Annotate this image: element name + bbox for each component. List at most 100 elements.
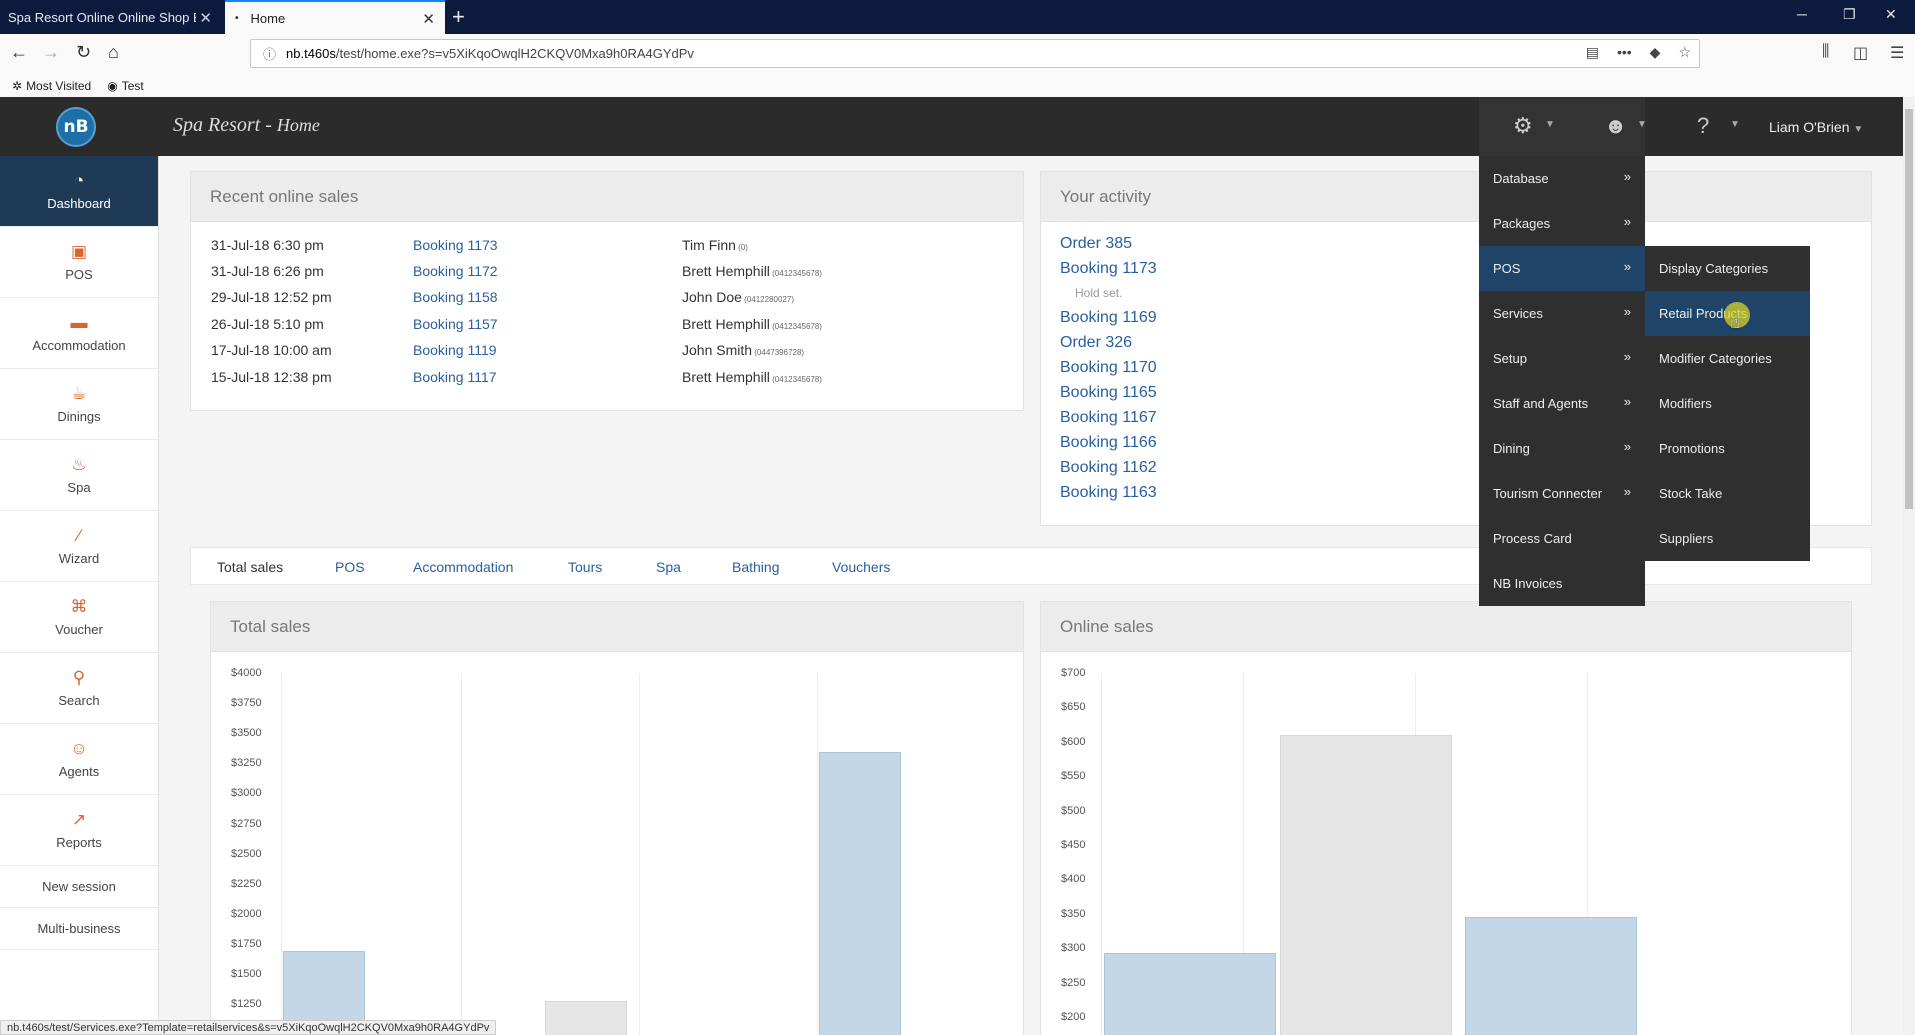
reload-icon[interactable]: ↻ (76, 42, 91, 63)
site-info-icon[interactable]: ⓘ (263, 44, 276, 63)
scroll-thumb[interactable] (1905, 109, 1913, 509)
pos-submenu-item[interactable]: Stock Take (1645, 471, 1810, 516)
pos-submenu-item[interactable]: Promotions (1645, 426, 1810, 471)
bookmark-test[interactable]: ◉ Test (107, 79, 144, 93)
browser-nav-bar: ← → ↻ ⌂ ⓘ nb.t460s /test/home.exe?s=v5Xi… (0, 34, 1915, 74)
page-scrollbar[interactable] (1903, 97, 1915, 1035)
sale-booking-link[interactable]: Booking 1157 (413, 316, 498, 332)
sidebar-new-session[interactable]: New session (0, 866, 158, 908)
submenu-arrow-icon: » (1623, 484, 1631, 499)
grid-line (461, 674, 462, 1035)
sidebar-item-dinings[interactable]: ☕ Dinings (0, 369, 158, 440)
browser-tab-home[interactable]: • Home ✕ (225, 0, 445, 34)
library-icon[interactable]: ⫼ (1822, 43, 1829, 61)
sidebar-item-wizard[interactable]: ⁄ Wizard (0, 511, 158, 582)
tab-tours[interactable]: Tours (568, 559, 602, 575)
sidebar-item-accommodation[interactable]: ▬ Accommodation (0, 298, 158, 369)
tab-bathing[interactable]: Bathing (732, 559, 779, 575)
sale-date: 26-Jul-18 5:10 pm (211, 316, 324, 332)
activity-link[interactable]: Booking 1169 (1060, 309, 1157, 327)
tab-vouchers[interactable]: Vouchers (832, 559, 890, 575)
activity-link[interactable]: Booking 1170 (1060, 359, 1157, 377)
hand-cursor-icon: ☝ (1730, 313, 1741, 332)
settings-menu-item[interactable]: Database » (1479, 156, 1645, 201)
activity-link[interactable]: Booking 1173 (1060, 260, 1157, 278)
agent-icon: ☺ (70, 739, 88, 758)
restore-icon[interactable]: ❐ (1843, 6, 1856, 23)
settings-menu-item[interactable]: Dining » (1479, 426, 1645, 471)
pos-submenu-item[interactable]: Modifier Categories (1645, 336, 1810, 381)
help-icon[interactable]: ? (1697, 113, 1709, 139)
sidebar-item-spa[interactable]: ♨ Spa (0, 440, 158, 511)
settings-menu-item[interactable]: POS » (1479, 246, 1645, 291)
activity-link[interactable]: Booking 1166 (1060, 434, 1157, 452)
sale-customer: Brett Hemphill (0412345678) (682, 263, 822, 279)
sale-date: 31-Jul-18 6:26 pm (211, 263, 324, 279)
tab-pos[interactable]: POS (335, 559, 365, 575)
activity-link[interactable]: Booking 1162 (1060, 459, 1157, 477)
activity-link[interactable]: Booking 1165 (1060, 384, 1157, 402)
bookmark-most-visited[interactable]: ✲ Most Visited (12, 79, 91, 93)
y-axis-tick-label: $2250 (231, 877, 262, 890)
settings-menu-item[interactable]: NB Invoices (1479, 561, 1645, 606)
settings-menu-item[interactable]: Staff and Agents » (1479, 381, 1645, 426)
activity-link[interactable]: Order 385 (1060, 235, 1132, 253)
sale-date: 17-Jul-18 10:00 am (211, 342, 332, 358)
sidebar-toggle-icon[interactable]: ◫ (1853, 43, 1868, 63)
tab-accommodation[interactable]: Accommodation (413, 559, 513, 575)
sale-customer: John Doe (0412280027) (682, 289, 794, 305)
sidebar-multi-business[interactable]: Multi-business (0, 908, 158, 950)
y-axis-tick-label: $1500 (231, 968, 262, 980)
chart-bar (1280, 734, 1452, 1035)
sale-booking-link[interactable]: Booking 1119 (413, 342, 497, 358)
tab-total-sales[interactable]: Total sales (217, 559, 283, 575)
back-icon[interactable]: ← (10, 42, 28, 63)
pos-submenu-item[interactable]: Suppliers (1645, 516, 1810, 561)
close-tab-icon[interactable]: ✕ (422, 10, 435, 28)
sidebar-item-reports[interactable]: ↗ Reports (0, 795, 158, 866)
sidebar-item-search[interactable]: ⚲ Search (0, 653, 158, 724)
customer-name: Brett Hemphill (682, 263, 770, 279)
activity-link[interactable]: Booking 1163 (1060, 484, 1157, 502)
reader-view-icon[interactable]: ▤ (1586, 44, 1599, 61)
sale-booking-link[interactable]: Booking 1158 (413, 289, 498, 305)
home-icon[interactable]: ⌂ (108, 42, 119, 63)
forward-icon[interactable]: → (42, 42, 60, 63)
y-axis-tick-label: $650 (1061, 701, 1086, 714)
y-axis-tick-label: $1750 (231, 937, 262, 950)
sidebar-item-agents[interactable]: ☺ Agents (0, 724, 158, 795)
sale-booking-link[interactable]: Booking 1117 (413, 369, 497, 385)
activity-link[interactable]: Order 326 (1060, 334, 1132, 352)
sale-booking-link[interactable]: Booking 1173 (413, 237, 498, 253)
gears-icon: ⚙ (1513, 113, 1533, 138)
browser-tab-shop[interactable]: Spa Resort Online Online Shop Boo ✕ (0, 0, 222, 34)
settings-menu-item[interactable]: Process Card (1479, 516, 1645, 561)
settings-menu-item[interactable]: Services » (1479, 291, 1645, 336)
close-tab-icon[interactable]: ✕ (199, 9, 212, 27)
sidebar-item-voucher[interactable]: ⌘ Voucher (0, 582, 158, 653)
chart-icon: ↗ (71, 810, 87, 829)
page-actions-icon[interactable]: ••• (1617, 44, 1632, 61)
pocket-icon[interactable]: ◆ (1650, 44, 1661, 61)
settings-menu-item[interactable]: Setup » (1479, 336, 1645, 381)
pos-submenu-item[interactable]: Modifiers (1645, 381, 1810, 426)
url-bar[interactable]: ⓘ nb.t460s /test/home.exe?s=v5XiKqoOwqlH… (250, 39, 1700, 68)
minimize-icon[interactable]: ─ (1797, 6, 1807, 22)
activity-link[interactable]: Booking 1167 (1060, 409, 1157, 427)
pos-submenu-item[interactable]: Display Categories (1645, 246, 1810, 291)
app-logo[interactable]: nB (56, 107, 96, 147)
sidebar-item-pos[interactable]: ▣ POS (0, 227, 158, 298)
submenu-arrow-icon: » (1623, 259, 1631, 274)
menu-icon[interactable]: ☰ (1890, 43, 1904, 63)
menu-item-label: Packages (1493, 216, 1551, 231)
user-menu[interactable]: Liam O'Brien ▼ (1769, 119, 1863, 135)
agent-menu-icon[interactable]: ☻ (1604, 113, 1627, 139)
sale-booking-link[interactable]: Booking 1172 (413, 263, 498, 279)
window-close-icon[interactable]: ✕ (1885, 6, 1897, 23)
sidebar-item-dashboard[interactable]: ◔ Dashboard (0, 156, 158, 227)
tab-spa[interactable]: Spa (656, 559, 681, 575)
bookmark-star-icon[interactable]: ☆ (1678, 44, 1691, 61)
settings-menu-item[interactable]: Packages » (1479, 201, 1645, 246)
settings-menu-item[interactable]: Tourism Connecter » (1479, 471, 1645, 516)
new-tab-icon[interactable]: + (452, 4, 465, 30)
